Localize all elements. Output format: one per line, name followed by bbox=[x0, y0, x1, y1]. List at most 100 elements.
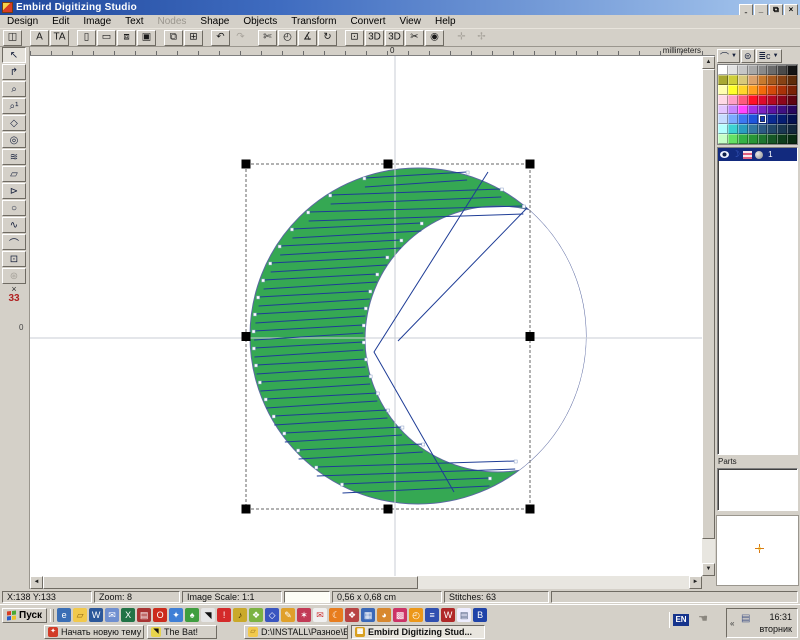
language-indicator[interactable]: EN bbox=[673, 614, 689, 626]
scroll-down-button[interactable]: ▼ bbox=[702, 563, 715, 576]
start-button[interactable]: Пуск bbox=[2, 608, 47, 623]
palette-color-0-7[interactable] bbox=[787, 65, 797, 75]
menu-design[interactable]: Design bbox=[0, 15, 45, 28]
graphics-icon[interactable]: ❖ bbox=[249, 608, 263, 622]
mail-icon[interactable]: ✉ bbox=[105, 608, 119, 622]
messenger-icon[interactable]: ✦ bbox=[169, 608, 183, 622]
palette-color-3-2[interactable] bbox=[738, 95, 748, 105]
palette-color-4-0[interactable] bbox=[718, 105, 728, 115]
tray-collapse-icon[interactable]: « bbox=[730, 619, 734, 628]
word-icon[interactable]: W bbox=[89, 608, 103, 622]
palette-color-2-1[interactable] bbox=[728, 85, 738, 95]
opera-icon[interactable]: O bbox=[153, 608, 167, 622]
tool-zoom-actual-tool[interactable]: ⌕¹ bbox=[2, 98, 26, 114]
toolbar-hoop[interactable]: ⊡ bbox=[345, 30, 364, 46]
network-tray-icon[interactable]: ▤ bbox=[741, 613, 750, 624]
palette-color-2-2[interactable] bbox=[738, 85, 748, 95]
palette-color-2-4[interactable] bbox=[758, 85, 768, 95]
thread-button[interactable]: ⊜ bbox=[741, 49, 755, 63]
restore-button[interactable]: ⧉ bbox=[769, 4, 783, 16]
palette-color-0-4[interactable] bbox=[758, 65, 768, 75]
palette-color-0-1[interactable] bbox=[728, 65, 738, 75]
toolbar-new-design[interactable]: ▯ bbox=[77, 30, 96, 46]
palette-color-6-1[interactable] bbox=[728, 124, 738, 134]
palette-color-7-0[interactable] bbox=[718, 134, 728, 144]
alert-app-icon[interactable]: ! bbox=[217, 608, 231, 622]
toolbar-undo[interactable]: ↶ bbox=[211, 30, 230, 46]
menu-edit[interactable]: Edit bbox=[45, 15, 76, 28]
task-button-1[interactable]: ◥The Bat! bbox=[147, 625, 217, 639]
diamond-app-icon[interactable]: ◇ bbox=[265, 608, 279, 622]
tree-app-icon[interactable]: ♠ bbox=[185, 608, 199, 622]
horizontal-scrollbar[interactable]: ◄ ► bbox=[30, 576, 702, 589]
palette-color-5-1[interactable] bbox=[728, 114, 738, 124]
toolbar-view-3d-wire[interactable]: 3D bbox=[385, 30, 404, 46]
palette-color-1-5[interactable] bbox=[767, 75, 777, 85]
palette-color-0-2[interactable] bbox=[738, 65, 748, 75]
toolbar-design-manager[interactable]: ◫ bbox=[3, 30, 22, 46]
palette-color-6-5[interactable] bbox=[767, 124, 777, 134]
scroll-up-button[interactable]: ▲ bbox=[702, 56, 715, 69]
menu-convert[interactable]: Convert bbox=[343, 15, 392, 28]
palette-color-5-7[interactable] bbox=[787, 114, 797, 124]
palette-mode-button[interactable]: ≣c▼ bbox=[756, 49, 782, 63]
tool-outline-shape-tool[interactable]: ◎ bbox=[2, 132, 26, 148]
bars-app-icon[interactable]: ≡ bbox=[425, 608, 439, 622]
tool-fill-shape-tool[interactable]: ◇ bbox=[2, 115, 26, 131]
winword-icon[interactable]: W bbox=[441, 608, 455, 622]
toolbar-copy[interactable]: ⧉ bbox=[164, 30, 183, 46]
palette-color-6-2[interactable] bbox=[738, 124, 748, 134]
bluetooth-icon[interactable]: B bbox=[473, 608, 487, 622]
palette-color-3-7[interactable] bbox=[787, 95, 797, 105]
palette-color-4-7[interactable] bbox=[787, 105, 797, 115]
palette-color-7-5[interactable] bbox=[767, 134, 777, 144]
tool-manual-stitch-tool[interactable]: ∿ bbox=[2, 217, 26, 233]
palette-color-7-3[interactable] bbox=[748, 134, 758, 144]
toolbar-sew-simulator[interactable]: ◉ bbox=[425, 30, 444, 46]
palette-color-0-6[interactable] bbox=[777, 65, 787, 75]
palette-color-5-2[interactable] bbox=[738, 114, 748, 124]
design-canvas[interactable] bbox=[30, 56, 702, 576]
palette-color-6-0[interactable] bbox=[718, 124, 728, 134]
media-icon[interactable]: ♪ bbox=[233, 608, 247, 622]
the-bat-icon[interactable]: ◥ bbox=[201, 608, 215, 622]
commander-icon[interactable]: ◴ bbox=[409, 608, 423, 622]
palette-color-2-3[interactable] bbox=[748, 85, 758, 95]
task-button-2[interactable]: ▱D:\INSTALL\Разное\Embird bbox=[244, 625, 348, 639]
scroll-left-button[interactable]: ◄ bbox=[30, 576, 43, 589]
menu-text[interactable]: Text bbox=[118, 15, 150, 28]
palette-color-0-5[interactable] bbox=[767, 65, 777, 75]
minimize-button[interactable]: _ bbox=[754, 4, 768, 16]
toolbar-lettering[interactable]: A bbox=[30, 30, 49, 46]
palette-color-5-0[interactable] bbox=[718, 114, 728, 124]
palette-color-1-0[interactable] bbox=[718, 75, 728, 85]
palette-color-2-0[interactable] bbox=[718, 85, 728, 95]
palette-color-2-5[interactable] bbox=[767, 85, 777, 95]
task-button-0[interactable]: ✦Начать новую тему :: В... bbox=[44, 625, 144, 639]
notes-icon[interactable]: ▤ bbox=[457, 608, 471, 622]
close-button[interactable]: × bbox=[784, 4, 798, 16]
palette-color-6-4[interactable] bbox=[758, 124, 768, 134]
palette-color-6-3[interactable] bbox=[748, 124, 758, 134]
palette-color-5-4[interactable] bbox=[758, 114, 768, 124]
palette-color-1-7[interactable] bbox=[787, 75, 797, 85]
excel-icon[interactable]: X bbox=[121, 608, 135, 622]
editor-icon[interactable]: ✎ bbox=[281, 608, 295, 622]
context-help-button[interactable]: ˍ bbox=[739, 4, 753, 16]
tool-column-tool[interactable]: ▱ bbox=[2, 166, 26, 182]
menu-objects[interactable]: Objects bbox=[236, 15, 284, 28]
palette-color-3-4[interactable] bbox=[758, 95, 768, 105]
palette-color-4-4[interactable] bbox=[758, 105, 768, 115]
books-icon[interactable]: ▤ bbox=[137, 608, 151, 622]
folder-icon[interactable]: ▱ bbox=[73, 608, 87, 622]
internet-explorer-icon[interactable]: e bbox=[57, 608, 71, 622]
palette-color-3-3[interactable] bbox=[748, 95, 758, 105]
toolbar-monogram[interactable]: TA bbox=[50, 30, 69, 46]
grid-app-icon[interactable]: ▦ bbox=[361, 608, 375, 622]
toolbar-open-design[interactable]: ▭ bbox=[97, 30, 116, 46]
object-row-selected[interactable]: ☽ 1 bbox=[718, 148, 797, 161]
toolbar-import-design[interactable]: ⧈ bbox=[117, 30, 136, 46]
object-list[interactable]: ☽ 1 bbox=[717, 147, 798, 455]
mail2-icon[interactable]: ✉ bbox=[313, 608, 327, 622]
embird-icon[interactable]: ▩ bbox=[393, 608, 407, 622]
